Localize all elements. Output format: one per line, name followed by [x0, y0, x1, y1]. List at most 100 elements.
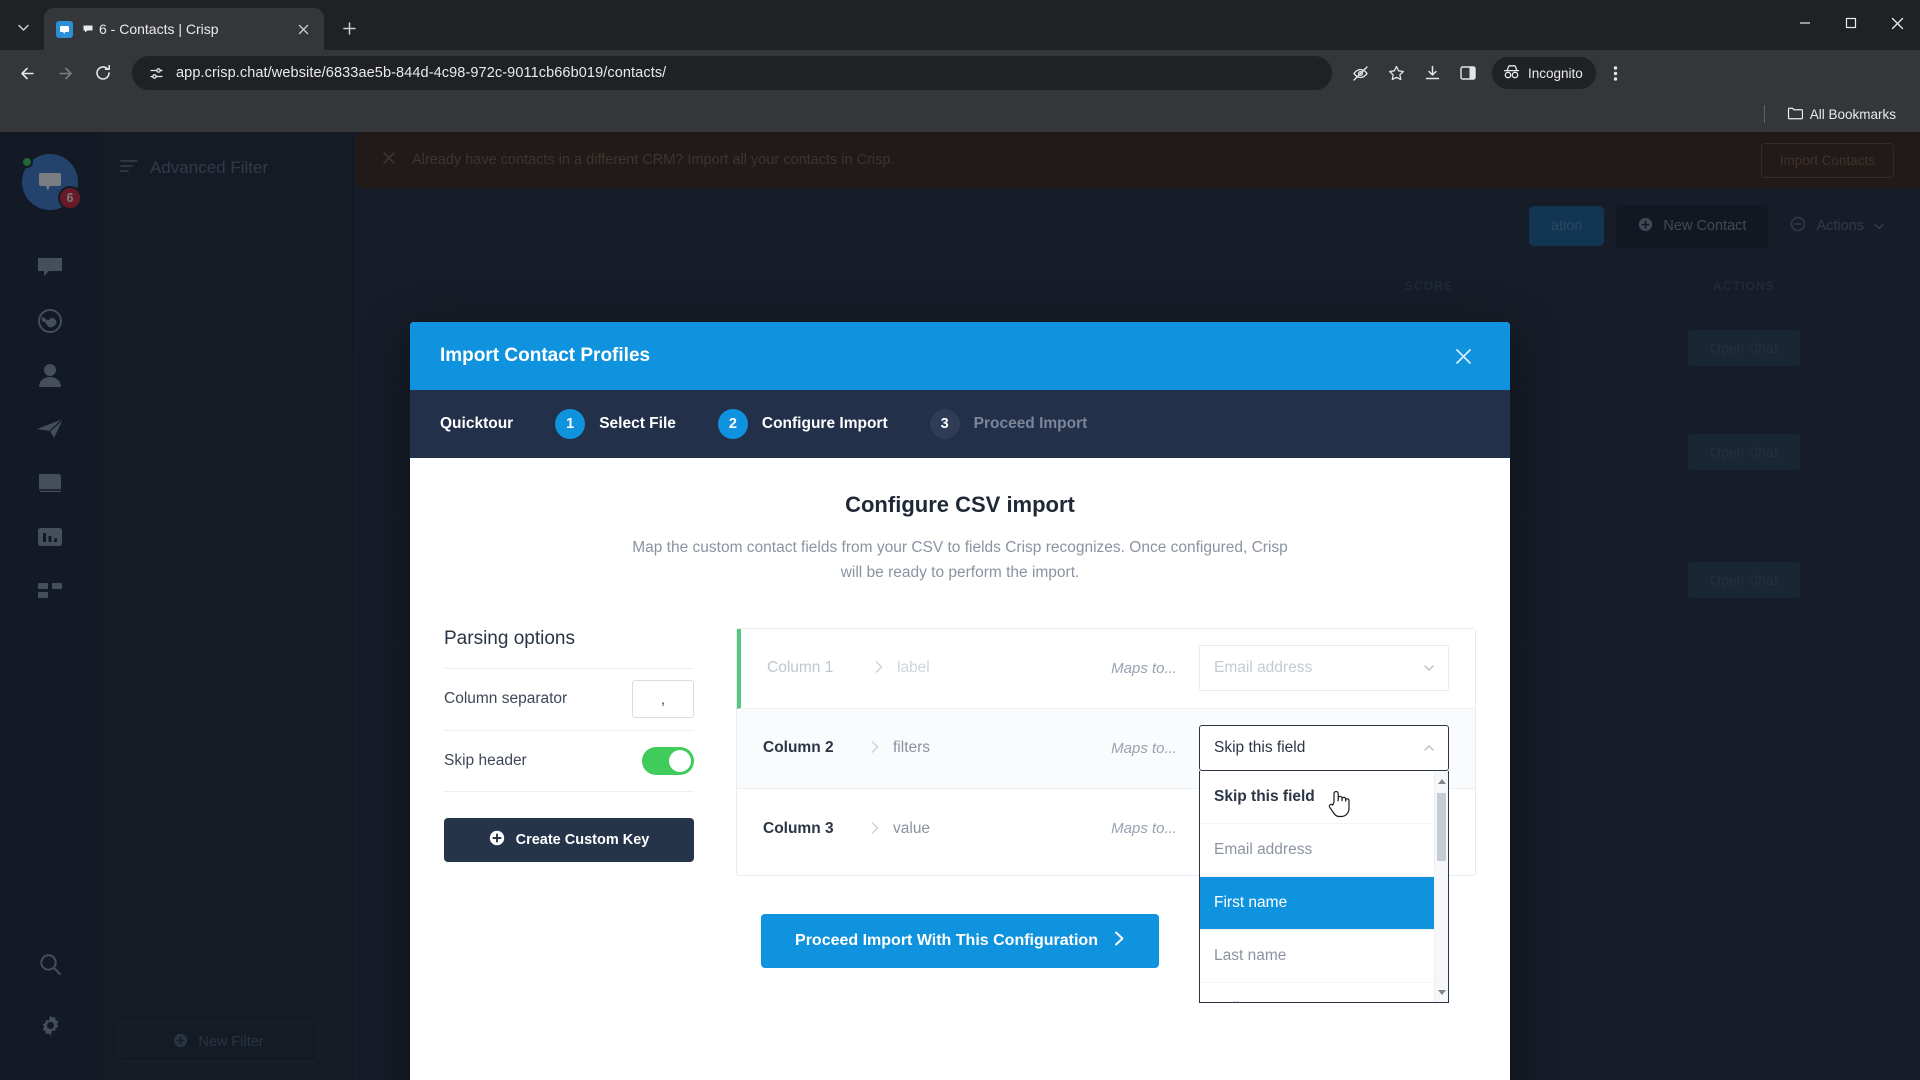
incognito-indicator[interactable]: Incognito [1492, 57, 1596, 89]
csv-field-name: filters [893, 739, 931, 757]
all-bookmarks-label: All Bookmarks [1809, 106, 1896, 122]
create-custom-key-button[interactable]: Create Custom Key [444, 817, 694, 862]
column-label: Column 2 [763, 739, 834, 757]
browser-toolbar: app.crisp.chat/website/6833ae5b-844d-4c9… [0, 50, 1920, 96]
modal-header: Import Contact Profiles [410, 322, 1510, 390]
modal-body: Configure CSV import Map the custom cont… [410, 458, 1510, 1080]
reload-icon[interactable] [86, 56, 120, 90]
dropdown-option-email-address[interactable]: Email address [1200, 824, 1448, 878]
page-title: Configure CSV import [845, 492, 1075, 517]
csv-field-name: value [893, 819, 931, 837]
column-separator-input[interactable]: , [632, 680, 694, 719]
step-label: Configure Import [761, 415, 888, 432]
chevron-right-icon [1114, 931, 1125, 951]
app-page: 6 [0, 132, 1920, 1080]
tab-title: 6 - Contacts | Crisp [82, 21, 283, 37]
side-panel-icon[interactable] [1452, 57, 1484, 89]
dropdown-scrollbar[interactable] [1434, 771, 1448, 1003]
arrow-right-icon[interactable] [48, 56, 82, 90]
window-controls [1782, 0, 1920, 46]
modal-title: Import Contact Profiles [440, 345, 651, 366]
skip-header-toggle[interactable] [642, 746, 694, 775]
parsing-options-panel: Parsing options Column separator , Skip … [444, 628, 694, 862]
caret-down-icon[interactable] [1437, 985, 1447, 999]
configure-columns: Parsing options Column separator , Skip … [410, 627, 1510, 1004]
column-separator-label: Column separator [444, 690, 568, 708]
chevron-down-icon [1424, 663, 1434, 673]
skip-header-row: Skip header [444, 729, 694, 792]
browser-tab-strip: 6 - Contacts | Crisp [0, 0, 1920, 50]
close-icon[interactable] [1446, 339, 1480, 373]
step-proceed-import[interactable]: 3 Proceed Import [929, 409, 1088, 439]
step-configure-import[interactable]: 2 Configure Import [717, 409, 888, 439]
maximize-icon[interactable] [1828, 0, 1874, 46]
tab-title-text: 6 - Contacts | Crisp [99, 21, 219, 37]
omnibox[interactable]: app.crisp.chat/website/6833ae5b-844d-4c9… [132, 56, 1332, 90]
caret-up-icon[interactable] [1437, 774, 1447, 788]
arrow-left-icon[interactable] [10, 56, 44, 90]
chevron-right-icon [871, 821, 879, 837]
dropdown-option-full-name[interactable]: Full name [1200, 983, 1448, 1002]
chevron-up-icon [1424, 743, 1434, 753]
download-icon[interactable] [1416, 57, 1448, 89]
mapping-row-column-2[interactable]: Column 2 filters Maps to... Skip this fi… [737, 708, 1475, 1004]
column-separator-row: Column separator , [444, 667, 694, 730]
maps-to-label: Maps to... [1111, 739, 1177, 757]
mapping-dropdown-menu: Skip this field Email address First name… [1199, 771, 1449, 1004]
dropdown-option-last-name[interactable]: Last name [1200, 930, 1448, 984]
scrollbar-thumb[interactable] [1437, 793, 1446, 862]
mapping-select-column-2[interactable]: Skip this field [1199, 725, 1449, 772]
dropdown-option-first-name[interactable]: First name [1200, 877, 1448, 931]
url-text: app.crisp.chat/website/6833ae5b-844d-4c9… [176, 65, 667, 81]
mapping-row-column-1[interactable]: Column 1 label Maps to... Email address [737, 628, 1475, 709]
close-icon[interactable] [292, 18, 314, 40]
step-label: Select File [599, 415, 676, 432]
selected-value: Email address [1214, 659, 1313, 677]
three-dot-menu-icon[interactable] [1600, 57, 1632, 89]
incognito-icon [1502, 64, 1521, 83]
mapping-select-wrapper: Skip this field Skip this field Email ad… [1199, 725, 1449, 1004]
all-bookmarks-button[interactable]: All Bookmarks [1781, 102, 1902, 127]
plus-circle-icon [489, 830, 505, 850]
incognito-label: Incognito [1528, 65, 1583, 81]
mapping-select-column-1[interactable]: Email address [1199, 645, 1449, 692]
toggle-knob [669, 749, 691, 772]
proceed-import-label: Proceed Import With This Configuration [795, 931, 1098, 949]
new-tab-button[interactable] [332, 11, 366, 45]
column-label: Column 1 [767, 659, 834, 677]
tab-search-icon[interactable] [6, 10, 40, 44]
csv-field-name: label [897, 659, 930, 677]
window-close-icon[interactable] [1874, 0, 1920, 46]
create-custom-key-label: Create Custom Key [515, 831, 650, 848]
column-label: Column 3 [763, 819, 834, 837]
bookmarks-bar: All Bookmarks [0, 96, 1920, 132]
column-mapping-list: Column 1 label Maps to... Email address [736, 627, 1476, 1004]
dropdown-option-skip-this-field[interactable]: Skip this field [1200, 771, 1448, 825]
eye-off-icon[interactable] [1344, 57, 1376, 89]
quicktour-label[interactable]: Quicktour [440, 415, 513, 433]
parsing-options-title: Parsing options [444, 627, 575, 649]
folder-icon [1787, 106, 1803, 123]
import-contact-profiles-modal: Import Contact Profiles Quicktour 1 Sele… [410, 322, 1510, 1080]
divider [1763, 105, 1765, 123]
crisp-chat-icon [56, 20, 73, 38]
mapping-select-wrapper: Email address [1199, 645, 1449, 692]
chevron-right-icon [875, 660, 883, 676]
maps-to-label: Maps to... [1111, 659, 1177, 677]
proceed-import-button[interactable]: Proceed Import With This Configuration [761, 913, 1159, 968]
step-number: 3 [929, 409, 960, 439]
skip-header-label: Skip header [444, 751, 527, 769]
tune-icon[interactable] [146, 63, 166, 83]
selected-value: Skip this field [1214, 739, 1306, 757]
star-icon[interactable] [1380, 57, 1412, 89]
minimize-icon[interactable] [1782, 0, 1828, 46]
maps-to-label: Maps to... [1111, 820, 1177, 838]
step-number: 2 [717, 409, 748, 439]
page-subtitle: Map the custom contact fields from your … [632, 539, 1288, 581]
chevron-right-icon [871, 740, 879, 756]
step-label: Proceed Import [973, 415, 1088, 432]
step-number: 1 [555, 409, 586, 439]
browser-tab[interactable]: 6 - Contacts | Crisp [44, 8, 324, 50]
step-select-file[interactable]: 1 Select File [555, 409, 676, 439]
modal-steps: Quicktour 1 Select File 2 Configure Impo… [410, 390, 1510, 458]
